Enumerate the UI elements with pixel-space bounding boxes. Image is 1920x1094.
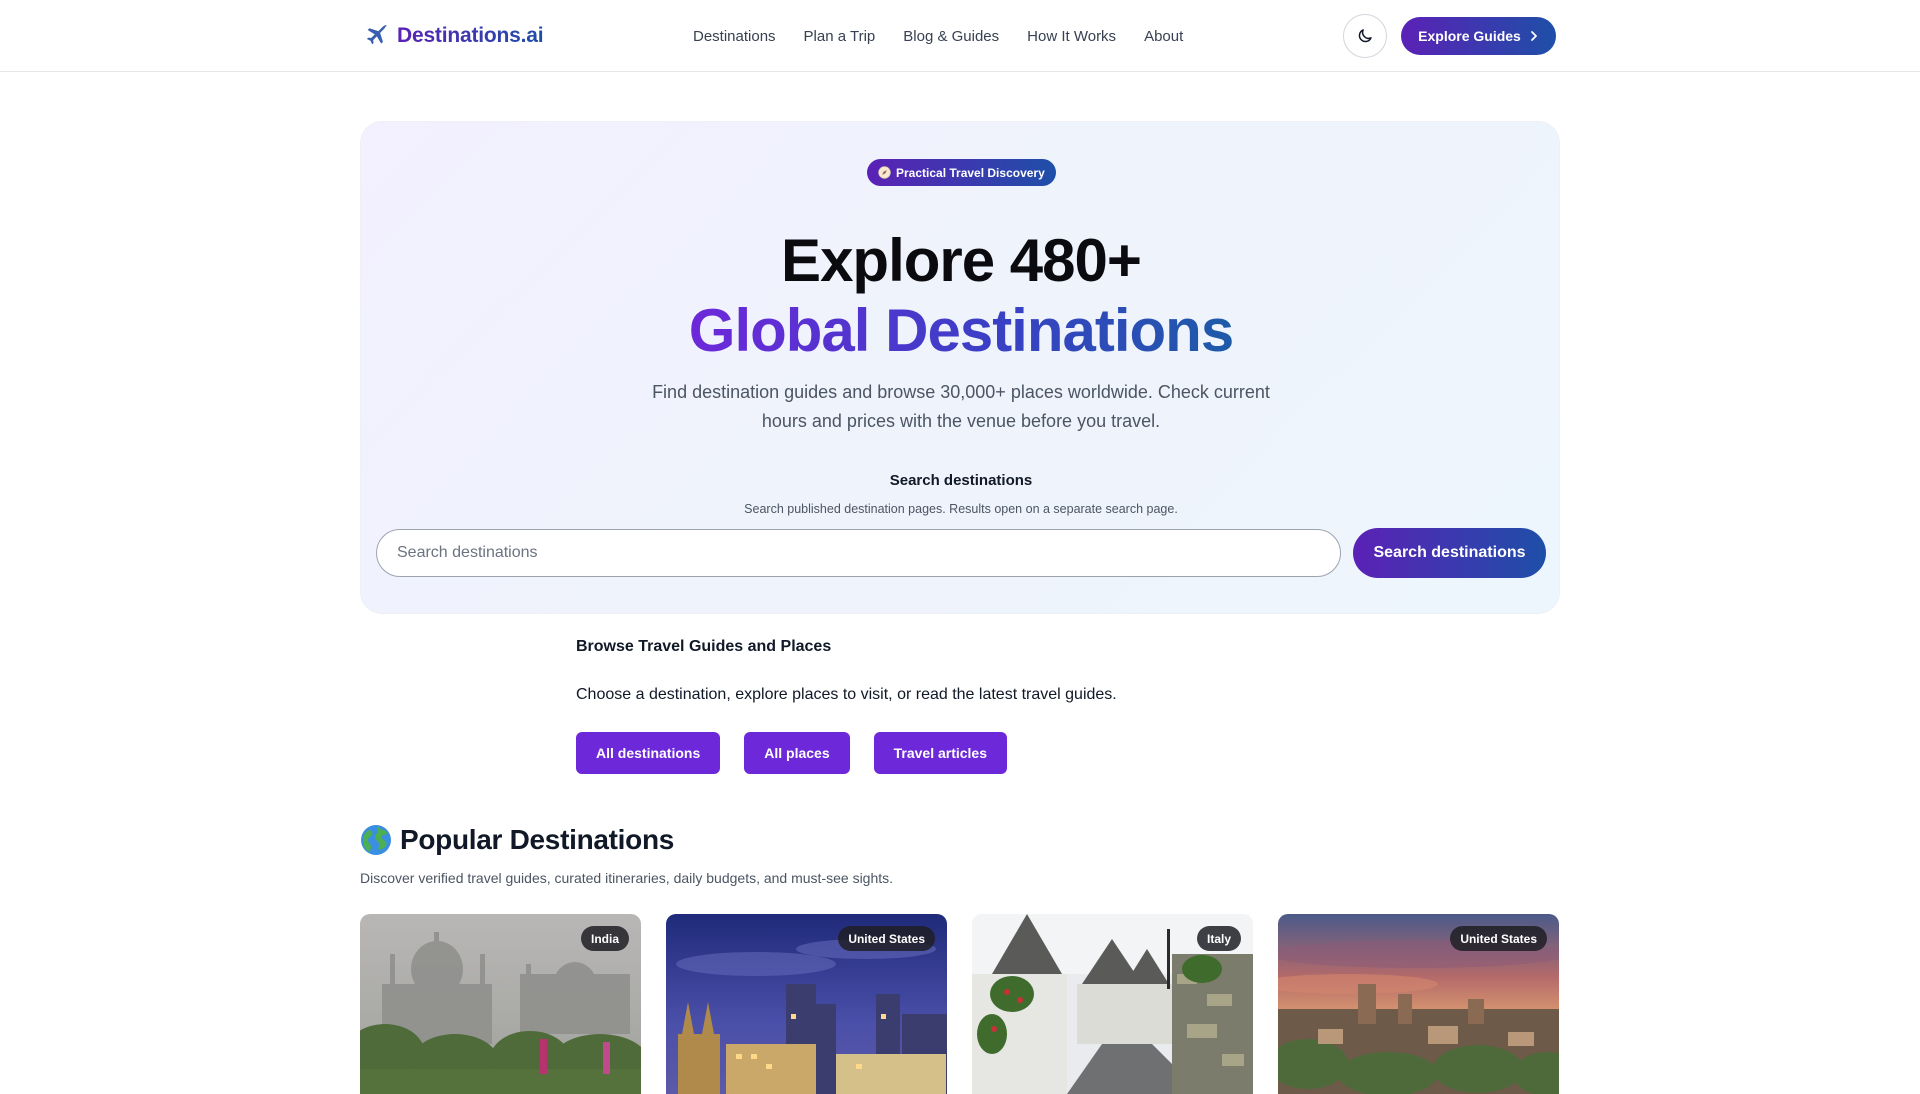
chevron-right-icon xyxy=(1530,31,1537,41)
logo-text: Destinations.ai xyxy=(397,24,544,47)
all-destinations-button[interactable]: All destinations xyxy=(576,732,721,774)
nav-destinations[interactable]: Destinations xyxy=(693,28,776,45)
country-badge: Italy xyxy=(1196,926,1241,951)
nav-about[interactable]: About xyxy=(1144,28,1183,45)
nav-blog-guides[interactable]: Blog & Guides xyxy=(903,28,999,45)
browse-buttons: All destinations All places Travel artic… xyxy=(576,732,1008,774)
nav-plan-a-trip[interactable]: Plan a Trip xyxy=(804,28,876,45)
destination-card[interactable]: United States xyxy=(1278,914,1559,1094)
globe-icon xyxy=(361,825,391,855)
hero-badge: Practical Travel Discovery xyxy=(867,159,1056,186)
travel-articles-button[interactable]: Travel articles xyxy=(873,732,1008,774)
country-badge: United States xyxy=(838,926,935,951)
browse-description: Choose a destination, explore places to … xyxy=(576,686,1117,703)
hero-subtitle: Find destination guides and browse 30,00… xyxy=(652,382,1270,431)
country-badge: India xyxy=(580,926,629,951)
main-nav: Destinations Plan a Trip Blog & Guides H… xyxy=(693,24,1183,48)
country-badge: United States xyxy=(1450,926,1547,951)
destination-card[interactable]: India xyxy=(360,914,641,1094)
site-header: Destinations.ai Destinations Plan a Trip… xyxy=(0,0,1920,72)
site-logo[interactable]: Destinations.ai xyxy=(363,20,544,52)
search-button[interactable]: Search destinations xyxy=(1353,528,1546,578)
destination-card[interactable]: United States xyxy=(666,914,947,1094)
search-hint: Search published destination pages. Resu… xyxy=(744,502,1178,516)
hero-title: Explore 480+ xyxy=(781,227,1142,294)
all-places-button[interactable]: All places xyxy=(744,732,850,774)
browse-title: Browse Travel Guides and Places xyxy=(576,638,832,655)
explore-guides-label: Explore Guides xyxy=(1418,28,1521,44)
explore-guides-button[interactable]: Explore Guides xyxy=(1401,17,1556,55)
search-input[interactable] xyxy=(376,529,1341,577)
compass-icon xyxy=(878,166,891,179)
hero-section: Practical Travel Discovery Explore 480+ … xyxy=(360,121,1560,614)
nav-how-it-works[interactable]: How It Works xyxy=(1027,28,1116,45)
hero-title-accent-text: Global Destinations xyxy=(688,297,1234,364)
popular-title: Popular Destinations xyxy=(360,822,674,858)
theme-toggle-button[interactable] xyxy=(1343,14,1387,58)
destination-card[interactable]: Italy xyxy=(972,914,1253,1094)
hero-badge-label: Practical Travel Discovery xyxy=(896,165,1045,180)
popular-description: Discover verified travel guides, curated… xyxy=(360,870,894,886)
moon-icon xyxy=(1358,29,1372,43)
search-heading: Search destinations xyxy=(889,472,1033,489)
airplane-icon xyxy=(366,25,387,45)
hero-title-accent: Global Destinations xyxy=(361,296,1561,366)
popular-title-text: Popular Destinations xyxy=(400,824,675,855)
